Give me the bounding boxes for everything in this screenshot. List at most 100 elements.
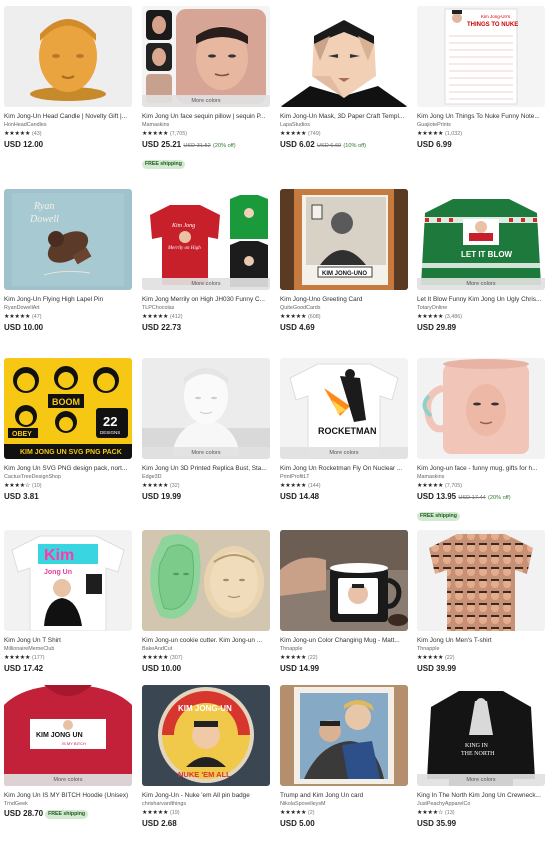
listing-title[interactable]: King In The North Kim Jong Un Crewneck..… xyxy=(417,792,545,800)
listing-title[interactable]: Kim Jong-un Color Changing Mug - Matt... xyxy=(280,637,408,645)
star-rating-icon: ★★★★★ xyxy=(142,130,169,137)
listing-card[interactable]: ROCKETMAN More colors Kim Jong Un Rocketm… xyxy=(280,358,408,502)
shop-name[interactable]: RyanDowellArt xyxy=(4,304,132,312)
image-text: Ryan xyxy=(33,201,54,212)
listing-title[interactable]: Trump and Kim Jong Un card xyxy=(280,792,408,800)
listing-thumbnail[interactable] xyxy=(4,6,132,107)
listing-title[interactable]: Kim Jong-Uno Greeting Card xyxy=(280,296,408,304)
listing-thumbnail[interactable]: ROCKETMAN More colors xyxy=(280,358,408,459)
listing-thumbnail[interactable]: LET IT BLOW More colors xyxy=(417,189,545,290)
listing-title[interactable]: Let It Blow Funny Kim Jong Un Ugly Chris… xyxy=(417,296,545,304)
listing-title[interactable]: Kim Jong-un face - funny mug, gifts for … xyxy=(417,465,545,473)
listing-card[interactable]: Kim Jong Merrily on High More colors Kim … xyxy=(142,189,270,333)
listing-card[interactable]: More colors Kim Jong Un face sequin pillo… xyxy=(142,6,270,170)
shop-name[interactable]: CactusTreeDesignShop xyxy=(4,473,132,481)
star-rating-icon: ★★★★★ xyxy=(142,482,169,489)
listing-title[interactable]: Kim Jong Un IS MY BITCH Hoodie (Unisex) xyxy=(4,792,132,800)
listing-title[interactable]: Kim Jong Un 3D Printed Replica Bust, Sta… xyxy=(142,465,270,473)
listing-card[interactable]: Kim Jong-un Color Changing Mug - Matt...… xyxy=(280,530,408,674)
listing-thumbnail[interactable]: More colors xyxy=(142,358,270,459)
listing-card[interactable]: More colors Kim Jong Un 3D Printed Replic… xyxy=(142,358,270,502)
listing-thumbnail[interactable] xyxy=(417,530,545,631)
shop-name[interactable]: GuajiotePrints xyxy=(417,121,545,129)
listing-card[interactable]: Kim Jong-Un Mask, 3D Paper Craft Templ..… xyxy=(280,6,408,152)
shop-name[interactable]: Thnapple xyxy=(280,645,408,653)
listing-title[interactable]: Kim Jong-Un Flying High Lapel Pin xyxy=(4,296,132,304)
listing-card[interactable]: KIM JONG-UNO Kim Jong-Uno Greeting Card Q… xyxy=(280,189,408,333)
more-colors-overlay[interactable]: More colors xyxy=(142,95,270,107)
price-row: USD 19.99 xyxy=(142,491,270,502)
more-colors-overlay[interactable]: More colors xyxy=(142,447,270,459)
listing-thumbnail[interactable]: KING IN THE NORTH More colors xyxy=(417,685,545,786)
more-colors-overlay[interactable]: More colors xyxy=(4,774,132,786)
listing-card[interactable]: BOOM OBEY 22 DESIGNS KIM JONG UN SVG PNG… xyxy=(4,358,132,502)
listing-thumbnail[interactable] xyxy=(280,685,408,786)
shop-name[interactable]: LapaStudios xyxy=(280,121,408,129)
listing-thumbnail[interactable]: KIM JONG-UN NUKE 'EM ALL xyxy=(142,685,270,786)
listing-thumbnail[interactable] xyxy=(280,530,408,631)
shop-name[interactable]: QuiteGoodCards xyxy=(280,304,408,312)
shop-name[interactable]: chrisharvardthings xyxy=(142,800,270,808)
listing-title[interactable]: Kim Jong Un T Shirt xyxy=(4,637,132,645)
listing-card[interactable]: Kim Jong-un cookie cutter. Kim Jong-un .… xyxy=(142,530,270,674)
listing-thumbnail[interactable] xyxy=(142,530,270,631)
listing-card[interactable]: Kim Jong-Un's THINGS TO NUKE Kim Jong Un… xyxy=(417,6,545,150)
listing-thumbnail[interactable]: Kim Jong Merrily on High More colors xyxy=(142,189,270,290)
star-rating-icon: ★★★★★ xyxy=(142,654,169,661)
listing-title[interactable]: Kim Jong Un face sequin pillow | sequin … xyxy=(142,113,270,121)
listing-title[interactable]: Kim Jong-Un Mask, 3D Paper Craft Templ..… xyxy=(280,113,408,121)
let-it-blow-sweater-image: LET IT BLOW xyxy=(417,189,545,290)
listing-title[interactable]: Kim Jong-un cookie cutter. Kim Jong-un .… xyxy=(142,637,270,645)
shop-name[interactable]: TotaryOnline xyxy=(417,304,545,312)
rating: ★★★★★ (19) xyxy=(142,808,270,818)
more-colors-overlay[interactable]: More colors xyxy=(417,774,545,786)
listing-title[interactable]: Kim Jong Un Things To Nuke Funny Note... xyxy=(417,113,545,121)
listing-title[interactable]: Kim Jong Merrily on High JH030 Funny C..… xyxy=(142,296,270,304)
listing-title[interactable]: Kim Jong Un Men's T-shirt xyxy=(417,637,545,645)
listing-card[interactable]: KIM JONG UN IS MY BITCH More colors Kim J… xyxy=(4,685,132,819)
review-count: (10) xyxy=(31,483,42,489)
shop-name[interactable]: Mamaskins xyxy=(417,473,545,481)
more-colors-overlay[interactable]: More colors xyxy=(280,447,408,459)
listing-card[interactable]: Kim Jong-Un Head Candle | Novelty Gift |… xyxy=(4,6,132,150)
listing-card[interactable]: KING IN THE NORTH More colors King In The… xyxy=(417,685,545,829)
star-rating-icon: ★★★★★ xyxy=(417,313,444,320)
listing-card[interactable]: LET IT BLOW More colors Let It Blow Funny… xyxy=(417,189,545,333)
listing-card[interactable]: Kim Jong Un Kim Jong Un T Shirt Millionai… xyxy=(4,530,132,674)
shop-name[interactable]: JustPeachyApparelCo xyxy=(417,800,545,808)
listing-thumbnail[interactable]: More colors xyxy=(142,6,270,107)
shop-name[interactable]: TrndGeek xyxy=(4,800,132,808)
listing-thumbnail[interactable]: KIM JONG-UNO xyxy=(280,189,408,290)
listing-thumbnail[interactable]: KIM JONG UN IS MY BITCH More colors xyxy=(4,685,132,786)
shop-name[interactable]: BakeAndCut xyxy=(142,645,270,653)
listing-title[interactable]: Kim Jong Un SVG PNG design pack, nort... xyxy=(4,465,132,473)
listing-card[interactable]: KIM JONG-UN NUKE 'EM ALL Kim Jong-Un - N… xyxy=(142,685,270,829)
listing-title[interactable]: Kim Jong-Un Head Candle | Novelty Gift |… xyxy=(4,113,132,121)
shop-name[interactable]: Edge3D xyxy=(142,473,270,481)
shop-name[interactable]: Thnapple xyxy=(417,645,545,653)
shop-name[interactable]: HonHeadCandles xyxy=(4,121,132,129)
listing-card[interactable]: Kim Jong-un face - funny mug, gifts for … xyxy=(417,358,545,522)
shop-name[interactable]: NikolaSpovelleysM xyxy=(280,800,408,808)
shop-name[interactable]: PrintProfitLT xyxy=(280,473,408,481)
listing-thumbnail[interactable]: Ryan Dowell xyxy=(4,189,132,290)
price: USD 6.99 xyxy=(417,140,452,149)
listing-thumbnail[interactable]: Kim Jong Un xyxy=(4,530,132,631)
listing-card[interactable]: Ryan Dowell Kim Jong-Un Flying High Lape… xyxy=(4,189,132,333)
listing-thumbnail[interactable] xyxy=(417,358,545,459)
more-colors-overlay[interactable]: More colors xyxy=(142,278,270,290)
listing-card[interactable]: Trump and Kim Jong Un card NikolaSpovelle… xyxy=(280,685,408,829)
listing-title[interactable]: Kim Jong Un Rocketman Fly On Nuclear ... xyxy=(280,465,408,473)
listing-thumbnail[interactable]: BOOM OBEY 22 DESIGNS KIM JONG UN SVG PNG… xyxy=(4,358,132,459)
shop-name[interactable]: TLPChocolas xyxy=(142,304,270,312)
shop-name[interactable]: MillionaireMemeClub xyxy=(4,645,132,653)
price: USD 13.95 xyxy=(417,492,457,501)
rating: ★★★★★ (177) xyxy=(4,653,132,663)
listing-title[interactable]: Kim Jong-Un - Nuke 'em All pin badge xyxy=(142,792,270,800)
listing-thumbnail[interactable] xyxy=(280,6,408,107)
listing-card[interactable]: Kim Jong Un Men's T-shirt Thnapple ★★★★★ (… xyxy=(417,530,545,674)
mens-tshirt-image xyxy=(417,530,545,631)
more-colors-overlay[interactable]: More colors xyxy=(417,278,545,290)
shop-name[interactable]: Mamaskins xyxy=(142,121,270,129)
listing-thumbnail[interactable]: Kim Jong-Un's THINGS TO NUKE xyxy=(417,6,545,107)
